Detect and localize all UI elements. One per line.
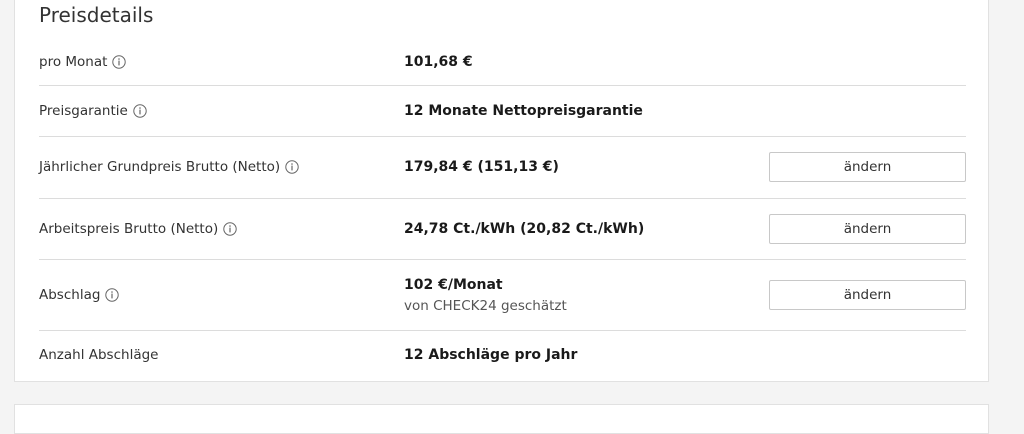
info-circle-icon[interactable]	[105, 288, 120, 302]
row-pro-monat: pro Monat 101,68 €	[39, 41, 966, 86]
row-label: Jährlicher Grundpreis Brutto (Netto)	[39, 159, 299, 175]
row-label-text: Preisgarantie	[39, 103, 128, 119]
row-value: 12 Abschläge pro Jahr	[404, 347, 578, 363]
row-value: 24,78 Ct./kWh (20,82 Ct./kWh)	[404, 221, 645, 237]
info-circle-icon[interactable]	[112, 55, 127, 69]
row-abschlag: Abschlag 102 €/Monat von CHECK24 geschät…	[39, 260, 966, 331]
change-abschlag-button[interactable]: ändern	[769, 280, 966, 310]
row-grundpreis: Jährlicher Grundpreis Brutto (Netto) 179…	[39, 137, 966, 199]
row-label: Abschlag	[39, 287, 120, 303]
row-value: 101,68 €	[404, 54, 473, 70]
info-circle-icon[interactable]	[285, 160, 299, 174]
section-title: Preisdetails	[39, 3, 154, 27]
row-preisgarantie: Preisgarantie 12 Monate Nettopreisgarant…	[39, 86, 966, 137]
row-value: 179,84 € (151,13 €)	[404, 159, 559, 175]
row-label: Arbeitspreis Brutto (Netto)	[39, 221, 237, 237]
info-circle-icon[interactable]	[133, 104, 147, 118]
row-label: Preisgarantie	[39, 103, 147, 119]
row-label: pro Monat	[39, 54, 127, 70]
row-arbeitspreis: Arbeitspreis Brutto (Netto) 24,78 Ct./kW…	[39, 199, 966, 260]
change-arbeitspreis-button[interactable]: ändern	[769, 214, 966, 244]
info-circle-icon[interactable]	[223, 222, 237, 236]
row-label-text: Anzahl Abschläge	[39, 347, 159, 363]
row-label: Anzahl Abschläge	[39, 347, 158, 363]
row-label-text: pro Monat	[39, 54, 108, 70]
row-value: 12 Monate Nettopreisgarantie	[404, 103, 643, 119]
row-value: 102 €/Monat	[404, 277, 503, 293]
row-label-text: Abschlag	[39, 287, 101, 303]
next-card	[14, 404, 989, 434]
change-grundpreis-button[interactable]: ändern	[769, 152, 966, 182]
row-label-text: Jährlicher Grundpreis Brutto (Netto)	[39, 159, 281, 175]
row-anzahl-abschlaege: Anzahl Abschläge 12 Abschläge pro Jahr	[39, 331, 966, 381]
price-details-card: Preisdetails pro Monat 101,68 € Preisgar…	[14, 0, 989, 382]
row-label-text: Arbeitspreis Brutto (Netto)	[39, 221, 219, 237]
row-subvalue: von CHECK24 geschätzt	[404, 298, 567, 314]
